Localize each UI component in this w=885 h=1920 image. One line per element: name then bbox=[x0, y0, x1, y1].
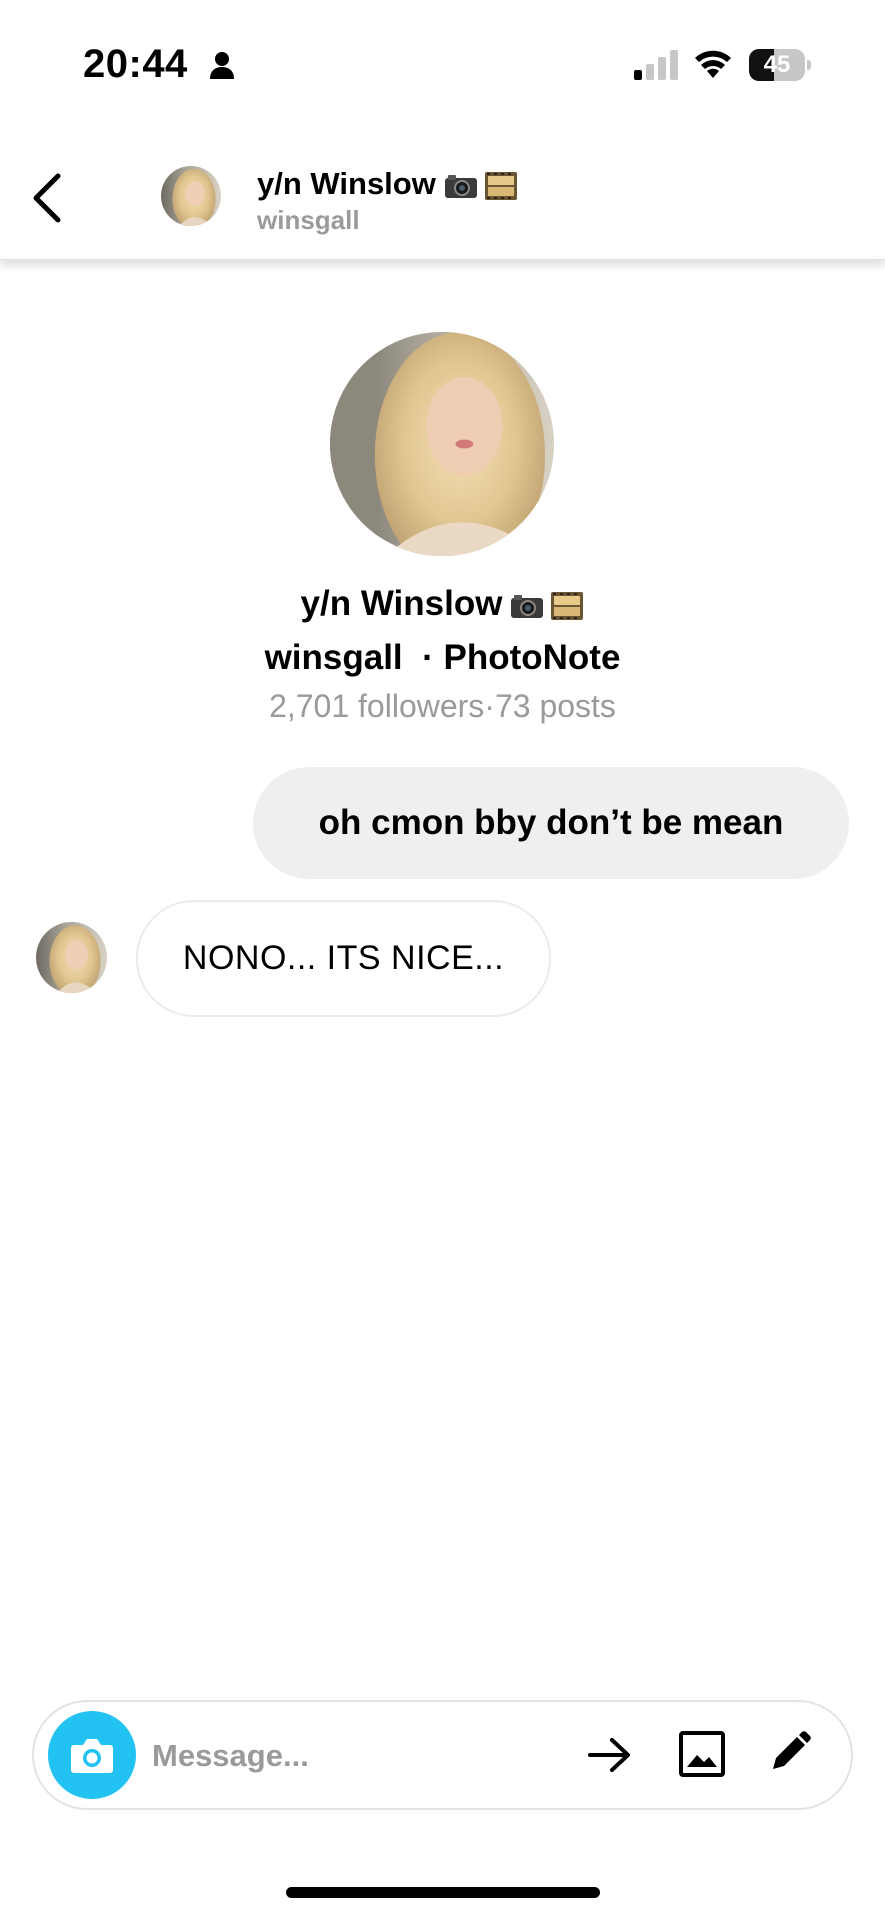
outgoing-message-bubble[interactable]: oh cmon bby don’t be mean bbox=[253, 767, 849, 879]
battery-percent: 45 bbox=[763, 51, 791, 78]
back-chevron-icon[interactable] bbox=[26, 168, 66, 228]
profile-display-name: y/n Winslow bbox=[0, 584, 885, 624]
message-sender-avatar[interactable] bbox=[36, 922, 107, 993]
avatar-photo bbox=[36, 922, 107, 993]
followers-count: 2,701 followers bbox=[269, 688, 485, 724]
camera-emoji-icon bbox=[511, 594, 544, 618]
pen-icon[interactable] bbox=[768, 1730, 812, 1774]
profile-username-line: winsgall · PhotoNote bbox=[0, 638, 885, 678]
incoming-message-bubble[interactable]: NONO... ITS NICE... bbox=[136, 900, 551, 1017]
gallery-icon[interactable] bbox=[678, 1730, 726, 1778]
message-text: oh cmon bby don’t be mean bbox=[318, 803, 784, 842]
status-bar: 20:44 45 bbox=[0, 0, 885, 130]
camera-emoji-icon bbox=[444, 174, 477, 198]
message-text: NONO... ITS NICE... bbox=[182, 939, 505, 977]
battery-icon: 45 bbox=[749, 49, 811, 81]
profile-stats: 2,701 followers·73 posts bbox=[0, 688, 885, 725]
camera-icon bbox=[71, 1739, 113, 1773]
message-composer bbox=[32, 1700, 853, 1810]
profile-username: winsgall bbox=[264, 638, 403, 677]
profile-photo bbox=[330, 332, 554, 556]
person-icon bbox=[210, 52, 234, 79]
message-input[interactable] bbox=[152, 1730, 472, 1782]
stats-separator: · bbox=[484, 688, 495, 724]
home-indicator[interactable] bbox=[286, 1887, 600, 1898]
chat-header: y/n Winslow winsgall bbox=[0, 130, 885, 260]
profile-app-name: PhotoNote bbox=[443, 638, 621, 677]
avatar-photo bbox=[161, 166, 221, 226]
header-avatar[interactable] bbox=[161, 166, 221, 226]
profile-avatar[interactable] bbox=[330, 332, 554, 556]
posts-count: 73 posts bbox=[494, 688, 616, 724]
header-display-name[interactable]: y/n Winslow bbox=[257, 166, 518, 202]
film-frames-emoji-icon bbox=[551, 591, 584, 620]
film-frames-emoji-icon bbox=[484, 171, 517, 200]
signal-icon bbox=[634, 50, 678, 80]
status-time: 20:44 bbox=[83, 42, 188, 86]
send-arrow-icon[interactable] bbox=[587, 1735, 633, 1775]
profile-separator: · bbox=[422, 638, 434, 677]
header-username[interactable]: winsgall bbox=[257, 205, 360, 236]
camera-button[interactable] bbox=[48, 1711, 136, 1799]
wifi-icon bbox=[695, 50, 731, 78]
